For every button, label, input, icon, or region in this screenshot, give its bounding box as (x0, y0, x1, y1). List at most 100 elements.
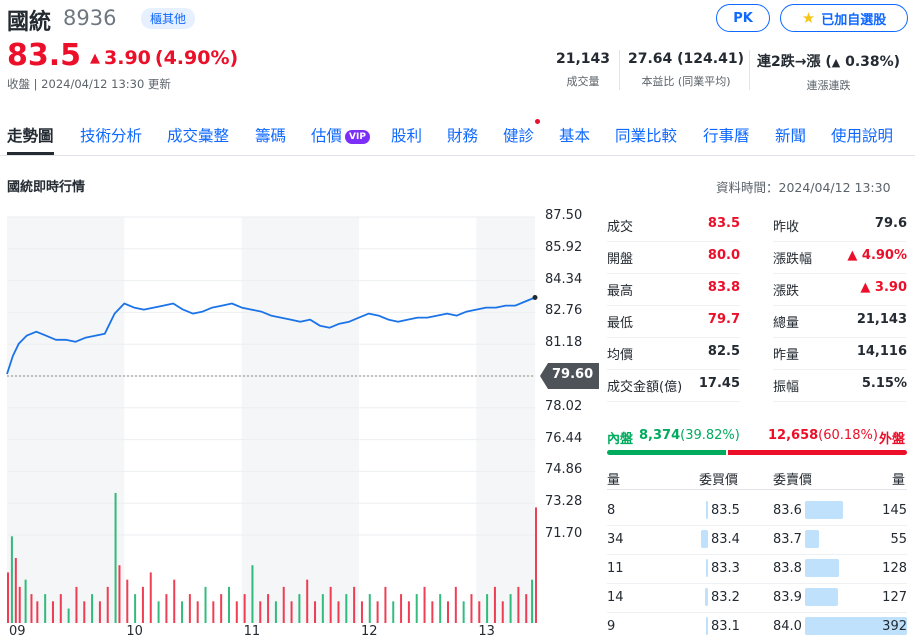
volume-bar (196, 601, 199, 623)
outer-label: 外盤 (879, 432, 906, 447)
bid-quantity: 34 (607, 532, 624, 547)
stat-label: 連漲連跌 (806, 79, 851, 92)
volume-bar (51, 601, 54, 623)
volume-bar (243, 594, 246, 623)
stat-streak: 連2跌→漲 (▲ 0.38%) 連漲連跌 (757, 51, 900, 93)
x-tick-label: 10 (126, 624, 143, 637)
tab-dividend[interactable]: 股利 (391, 124, 422, 155)
ask-price: 83.8 (773, 561, 802, 576)
tab-peers[interactable]: 同業比較 (615, 124, 677, 155)
bid-price: 83.4 (711, 532, 740, 547)
volume-bar (462, 601, 465, 623)
stat-label: 本益比 (同業平均) (641, 75, 731, 88)
y-tick-label: 71.70 (545, 526, 583, 541)
star-icon: ★ (801, 9, 816, 27)
volume-bar (400, 594, 403, 623)
tab-chips[interactable]: 籌碼 (255, 124, 286, 155)
ask-volume-bar (805, 501, 843, 519)
quote-value: 83.5 (707, 216, 740, 231)
quote-label: 最高 (607, 284, 634, 299)
y-tick-label: 73.28 (545, 494, 583, 510)
row-divider (773, 305, 906, 306)
tab-help[interactable]: 使用說明 (831, 124, 893, 155)
row-divider (773, 241, 906, 242)
volume-bar (67, 608, 70, 623)
volume-bar (18, 586, 21, 623)
quote-label: 昨量 (773, 348, 800, 363)
volume-bar (306, 579, 309, 623)
volume-bar (321, 594, 324, 623)
volume-bar (7, 572, 9, 623)
tab-news[interactable]: 新聞 (775, 124, 806, 155)
inner-volume-pct: (39.82%) (680, 428, 740, 443)
volume-bar (251, 565, 254, 623)
inner-volume-value: 8,374 (639, 428, 681, 443)
volume-bar (98, 601, 101, 623)
market-status: 收盤 | 2024/04/12 13:30 更新 (7, 77, 171, 91)
bid-price: 83.1 (711, 619, 740, 634)
volume-bar (30, 594, 33, 623)
volume-bar (126, 579, 129, 623)
watchlist-button[interactable]: ★ 已加自選股 (780, 4, 908, 32)
tab-basic[interactable]: 基本 (559, 124, 590, 155)
volume-bar (118, 565, 121, 623)
volume-bar (493, 586, 496, 623)
tab-valuation[interactable]: 估價 VIP (311, 124, 370, 155)
market-badge[interactable]: 櫃其他 (141, 8, 196, 29)
quote-value: 17.45 (698, 376, 740, 391)
volume-bar (376, 601, 379, 623)
tab-technical[interactable]: 技術分析 (80, 124, 142, 155)
volume-bar (149, 572, 152, 623)
ask-price: 84.0 (773, 619, 802, 634)
intraday-chart[interactable]: 87.50 85.92 84.34 82.76 81.18 78.02 76.44 74.86… (0, 208, 600, 637)
tab-financial[interactable]: 財務 (447, 124, 478, 155)
quote-label: 總量 (773, 316, 800, 331)
divider (619, 50, 620, 90)
bid-quantity: 11 (607, 561, 624, 576)
pk-button[interactable]: PK (716, 4, 770, 32)
tab-health[interactable]: 健診 (503, 119, 540, 155)
row-divider (773, 273, 906, 274)
watchlist-button-label: 已加自選股 (821, 12, 887, 28)
quote-value: 82.5 (707, 344, 740, 359)
vip-badge: VIP (345, 130, 370, 144)
volume-bar (181, 601, 184, 623)
volume-bar (36, 601, 39, 623)
quote-label: 成交金額(億) (607, 380, 683, 395)
hour-band (7, 217, 125, 623)
streak-suffix: 0.38%) (840, 54, 901, 70)
up-arrow-icon: ▲ (831, 56, 841, 69)
volume-bar (517, 586, 520, 623)
row-divider (773, 401, 906, 402)
quote-label: 均價 (607, 348, 634, 363)
ask-quantity: 127 (882, 590, 907, 605)
quote-value: 14,116 (856, 344, 907, 359)
volume-bar (478, 601, 481, 623)
volume-bar (188, 594, 191, 623)
tab-trades[interactable]: 成交彙整 (167, 124, 229, 155)
outer-volume-pct: (60.18%) (818, 428, 878, 443)
chart-canvas[interactable] (0, 210, 600, 637)
volume-bar (220, 594, 223, 623)
quote-label: 振幅 (773, 380, 800, 395)
quote-label: 漲跌 (773, 284, 800, 299)
tab-trend[interactable]: 走勢圖 (7, 124, 54, 155)
bid-price: 83.3 (711, 561, 740, 576)
bid-volume-bar (705, 588, 708, 606)
stock-name: 國統 (7, 10, 52, 35)
row-divider (607, 273, 740, 274)
volume-bar (165, 594, 168, 623)
stock-code: 8936 (63, 6, 117, 30)
bid-price: 83.5 (711, 503, 740, 518)
volume-bar (259, 601, 262, 623)
volume-bar (525, 594, 528, 623)
y-tick-label: 84.34 (545, 271, 583, 287)
volume-bar (10, 536, 13, 623)
ask-quantity: 145 (882, 503, 907, 518)
volume-bar (329, 586, 332, 623)
row-divider (773, 337, 906, 338)
tab-calendar[interactable]: 行事曆 (703, 124, 750, 155)
quote-value: ▲ 3.90 (860, 280, 907, 295)
ask-price: 83.7 (773, 532, 802, 547)
volume-bar (439, 594, 442, 623)
